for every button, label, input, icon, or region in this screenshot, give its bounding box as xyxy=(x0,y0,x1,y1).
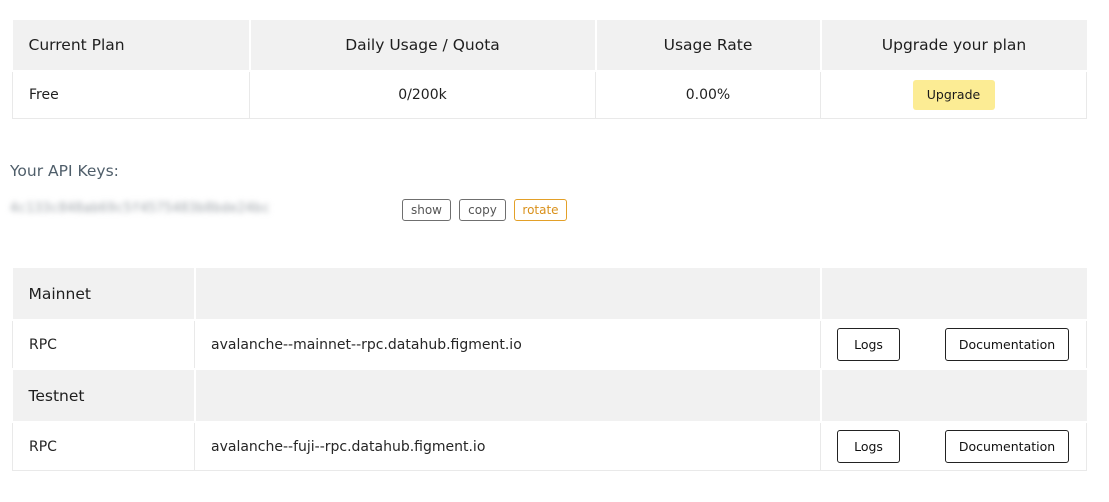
endpoint-actions: Logs Documentation xyxy=(820,421,1087,471)
header-upgrade: Upgrade your plan xyxy=(820,20,1087,71)
logs-button[interactable]: Logs xyxy=(837,328,900,361)
network-name-testnet: Testnet xyxy=(12,368,196,422)
rotate-key-button[interactable]: rotate xyxy=(514,199,567,221)
endpoint-actions: Logs Documentation xyxy=(820,319,1087,370)
network-name-mainnet: Mainnet xyxy=(12,266,196,320)
plan-row: Free 0/200k 0.00% Upgrade xyxy=(12,70,1087,119)
usage-quota-value: 0/200k xyxy=(249,70,596,119)
network-header-spacer xyxy=(194,368,822,422)
upgrade-button[interactable]: Upgrade xyxy=(912,80,995,110)
documentation-button[interactable]: Documentation xyxy=(945,328,1069,361)
network-endpoints-table: Mainnet RPC avalanche--mainnet--rpc.data… xyxy=(12,266,1087,471)
api-key-masked: 4c133c848ab69c5f4575483b8bde24bc xyxy=(10,201,271,216)
network-header-spacer xyxy=(820,368,1087,422)
plan-table-header: Current Plan Daily Usage / Quota Usage R… xyxy=(12,20,1087,71)
header-current-plan: Current Plan xyxy=(12,20,251,71)
documentation-button[interactable]: Documentation xyxy=(945,430,1069,463)
dashboard-page: Current Plan Daily Usage / Quota Usage R… xyxy=(0,0,1109,502)
endpoint-url: avalanche--mainnet--rpc.datahub.figment.… xyxy=(194,319,821,370)
current-plan-value: Free xyxy=(12,70,250,119)
endpoint-type: RPC xyxy=(12,421,195,471)
network-header-mainnet: Mainnet xyxy=(12,266,1087,320)
show-key-button[interactable]: show xyxy=(402,199,451,221)
plan-table: Current Plan Daily Usage / Quota Usage R… xyxy=(12,20,1087,119)
endpoint-row-mainnet-rpc: RPC avalanche--mainnet--rpc.datahub.figm… xyxy=(12,319,1087,370)
api-keys-label: Your API Keys: xyxy=(10,162,119,180)
network-header-spacer xyxy=(820,266,1087,320)
upgrade-cell: Upgrade xyxy=(820,70,1087,119)
header-usage-rate: Usage Rate xyxy=(595,20,822,71)
logs-button[interactable]: Logs xyxy=(837,430,900,463)
copy-key-button[interactable]: copy xyxy=(459,199,506,221)
endpoint-type: RPC xyxy=(12,319,195,370)
endpoint-row-testnet-rpc: RPC avalanche--fuji--rpc.datahub.figment… xyxy=(12,421,1087,471)
usage-rate-value: 0.00% xyxy=(595,70,821,119)
header-daily-usage: Daily Usage / Quota xyxy=(249,20,597,71)
network-header-spacer xyxy=(194,266,822,320)
endpoint-url: avalanche--fuji--rpc.datahub.figment.io xyxy=(194,421,821,471)
network-header-testnet: Testnet xyxy=(12,368,1087,422)
